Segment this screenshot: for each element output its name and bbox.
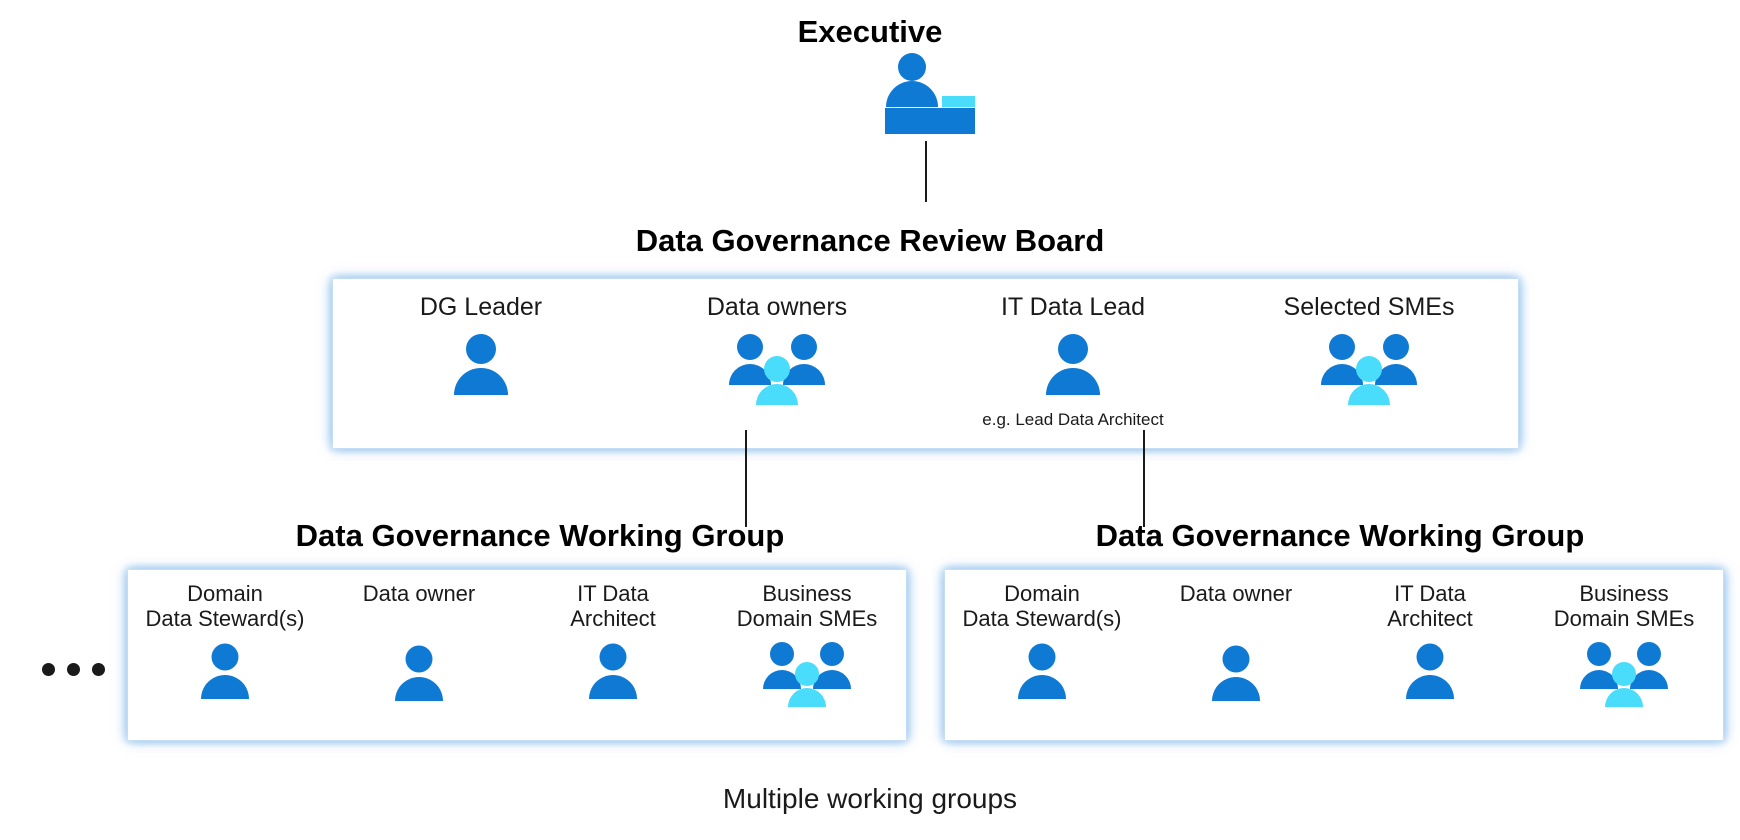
executive-title: Executive bbox=[797, 14, 943, 49]
people-group-glyph bbox=[763, 642, 851, 708]
connector-executive-to-board bbox=[925, 141, 927, 202]
working-group-1-title: Data Governance Working Group bbox=[295, 518, 785, 553]
ellipsis-icon bbox=[42, 663, 105, 676]
wg-member-label: Domain Data Steward(s) bbox=[145, 581, 305, 631]
wg-member-label: Business Domain SMEs bbox=[736, 581, 878, 631]
executive-at-desk-glyph bbox=[885, 53, 975, 134]
people-group-icon bbox=[1580, 641, 1668, 712]
review-board-panel: DG Leader Data owners IT Data Lead e.g. … bbox=[333, 279, 1518, 448]
working-group-2-title: Data Governance Working Group bbox=[1095, 518, 1585, 553]
people-group-icon bbox=[1321, 333, 1417, 410]
person-icon bbox=[1210, 645, 1262, 706]
person-icon bbox=[393, 645, 445, 706]
person-glyph bbox=[395, 645, 443, 701]
wg-member-label: IT Data Architect bbox=[570, 581, 656, 631]
board-member-label: Data owners bbox=[706, 293, 848, 321]
person-icon bbox=[1044, 333, 1102, 400]
board-member-sublabel: e.g. Lead Data Architect bbox=[982, 410, 1164, 429]
wg-member-label: Domain Data Steward(s) bbox=[962, 581, 1122, 631]
working-group-2-panel: Domain Data Steward(s) Data owner IT Dat… bbox=[945, 570, 1723, 740]
ellipsis-dot bbox=[67, 663, 80, 676]
ellipsis-dot bbox=[42, 663, 55, 676]
ellipsis-dot bbox=[92, 663, 105, 676]
wg2-member-it-data-architect: IT Data Architect bbox=[1333, 570, 1527, 740]
wg-member-label: Data owner bbox=[362, 581, 476, 606]
person-glyph bbox=[1212, 645, 1260, 701]
connector-board-to-working-group-2 bbox=[1143, 430, 1145, 527]
board-member-label: DG Leader bbox=[419, 293, 543, 321]
wg-member-label: Data owner bbox=[1179, 581, 1293, 606]
wg2-member-data-owner: Data owner bbox=[1139, 570, 1333, 740]
connector-board-to-working-group-1 bbox=[745, 430, 747, 527]
org-chart-canvas: { "colors": { "person_blue": "#0f7ad4", … bbox=[0, 0, 1740, 840]
person-icon bbox=[587, 643, 639, 704]
people-group-glyph bbox=[1580, 642, 1668, 708]
wg2-member-business-domain-smes: Business Domain SMEs bbox=[1527, 570, 1721, 740]
person-icon bbox=[1404, 643, 1456, 704]
review-board-title: Data Governance Review Board bbox=[635, 223, 1105, 258]
wg1-member-it-data-architect: IT Data Architect bbox=[516, 570, 710, 740]
bottom-caption: Multiple working groups bbox=[722, 783, 1018, 814]
person-glyph bbox=[454, 334, 508, 395]
working-group-1-panel: Domain Data Steward(s) Data owner IT Dat… bbox=[128, 570, 906, 740]
person-icon bbox=[452, 333, 510, 400]
board-member-selected-smes: Selected SMEs bbox=[1221, 279, 1517, 448]
executive-at-desk-icon bbox=[876, 52, 976, 139]
people-group-icon bbox=[729, 333, 825, 410]
wg1-member-domain-data-steward: Domain Data Steward(s) bbox=[128, 570, 322, 740]
people-group-glyph bbox=[729, 334, 825, 405]
person-glyph bbox=[589, 643, 637, 700]
wg-member-label: Business Domain SMEs bbox=[1553, 581, 1695, 631]
person-glyph bbox=[1406, 643, 1454, 700]
person-glyph bbox=[1018, 643, 1066, 700]
wg2-member-domain-data-steward: Domain Data Steward(s) bbox=[945, 570, 1139, 740]
person-glyph bbox=[1046, 334, 1100, 395]
board-member-it-data-lead: IT Data Lead e.g. Lead Data Architect bbox=[925, 279, 1221, 448]
people-group-icon bbox=[763, 641, 851, 712]
person-icon bbox=[1016, 643, 1068, 704]
person-glyph bbox=[201, 643, 249, 700]
wg1-member-data-owner: Data owner bbox=[322, 570, 516, 740]
person-icon bbox=[199, 643, 251, 704]
wg-member-label: IT Data Architect bbox=[1387, 581, 1473, 631]
board-member-label: Selected SMEs bbox=[1283, 293, 1455, 321]
board-member-data-owners: Data owners bbox=[629, 279, 925, 448]
wg1-member-business-domain-smes: Business Domain SMEs bbox=[710, 570, 904, 740]
board-member-dg-leader: DG Leader bbox=[333, 279, 629, 448]
people-group-glyph bbox=[1321, 334, 1417, 405]
board-member-label: IT Data Lead bbox=[1000, 293, 1146, 321]
